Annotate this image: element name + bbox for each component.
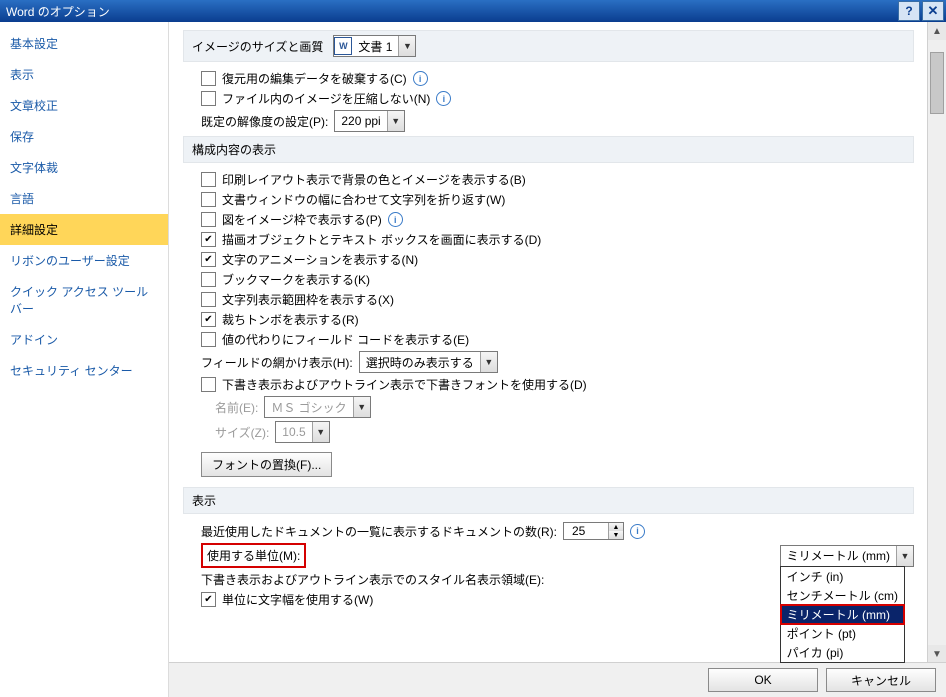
nav-trust[interactable]: セキュリティ センター (0, 355, 168, 386)
lbl-style-area: 下書き表示およびアウトライン表示でのスタイル名表示領域(E): (201, 571, 544, 588)
section-doc-title: 構成内容の表示 (192, 141, 276, 158)
image-doc-combo[interactable]: W 文書 1 ▼ (333, 35, 416, 57)
info-icon[interactable]: i (413, 71, 428, 86)
close-button[interactable]: ✕ (922, 1, 944, 21)
lbl-draft-font: 下書き表示およびアウトライン表示で下書きフォントを使用する(D) (222, 376, 587, 393)
lbl-crop-marks: 裁ちトンボを表示する(R) (222, 311, 359, 328)
nav-typography[interactable]: 文字体裁 (0, 152, 168, 183)
chk-char-width-unit[interactable] (201, 592, 216, 607)
titlebar: Word のオプション ? ✕ (0, 0, 946, 22)
chk-draft-font[interactable] (201, 377, 216, 392)
recent-docs-spinner[interactable]: 25 ▲▼ (563, 522, 624, 540)
chk-no-compress[interactable] (201, 91, 216, 106)
chk-text-boundaries[interactable] (201, 292, 216, 307)
section-display-title: 表示 (192, 492, 216, 509)
help-button[interactable]: ? (898, 1, 920, 21)
category-sidebar: 基本設定 表示 文章校正 保存 文字体裁 言語 詳細設定 リボンのユーザー設定 … (0, 22, 169, 697)
lbl-field-shading: フィールドの網かけ表示(H): (201, 354, 353, 371)
unit-option-mm[interactable]: ミリメートル (mm) (781, 605, 904, 624)
chevron-down-icon: ▼ (312, 422, 329, 442)
nav-ribbon[interactable]: リボンのユーザー設定 (0, 245, 168, 276)
section-display: 表示 (183, 487, 914, 514)
nav-advanced[interactable]: 詳細設定 (0, 214, 168, 245)
nav-display[interactable]: 表示 (0, 59, 168, 90)
chevron-down-icon: ▼ (387, 111, 404, 131)
chevron-down-icon: ▼ (398, 36, 415, 56)
section-image-title: イメージのサイズと画質 (192, 38, 323, 55)
lbl-font-size: サイズ(Z): (215, 424, 269, 441)
info-icon[interactable]: i (630, 524, 645, 539)
lbl-font-name: 名前(E): (215, 399, 258, 416)
lbl-no-compress: ファイル内のイメージを圧縮しない(N) (222, 90, 430, 107)
lbl-wrap-window: 文書ウィンドウの幅に合わせて文字列を折り返す(W) (222, 191, 505, 208)
nav-addins[interactable]: アドイン (0, 324, 168, 355)
unit-option-inch[interactable]: インチ (in) (781, 567, 904, 586)
field-shading-combo[interactable]: 選択時のみ表示する ▼ (359, 351, 498, 373)
lbl-char-width-unit: 単位に文字幅を使用する(W) (222, 591, 373, 608)
info-icon[interactable]: i (436, 91, 451, 106)
lbl-field-codes: 値の代わりにフィールド コードを表示する(E) (222, 331, 469, 348)
lbl-pic-placeholder: 図をイメージ枠で表示する(P) (222, 211, 382, 228)
chk-field-codes[interactable] (201, 332, 216, 347)
word-doc-icon: W (334, 37, 352, 55)
nav-save[interactable]: 保存 (0, 121, 168, 152)
chevron-down-icon: ▼ (480, 352, 497, 372)
font-name-combo: ＭＳ ゴシック ▼ (264, 396, 370, 418)
chevron-down-icon: ▼ (353, 397, 370, 417)
lbl-print-bg: 印刷レイアウト表示で背景の色とイメージを表示する(B) (222, 171, 526, 188)
chk-pic-placeholder[interactable] (201, 212, 216, 227)
section-doc-content: 構成内容の表示 (183, 136, 914, 163)
chk-discard-edit[interactable] (201, 71, 216, 86)
lbl-text-boundaries: 文字列表示範囲枠を表示する(X) (222, 291, 394, 308)
spin-up-icon[interactable]: ▲ (609, 523, 623, 531)
chk-wrap-window[interactable] (201, 192, 216, 207)
chk-print-bg[interactable] (201, 172, 216, 187)
nav-language[interactable]: 言語 (0, 183, 168, 214)
chk-show-drawings[interactable] (201, 232, 216, 247)
scroll-up-icon[interactable]: ▲ (928, 22, 946, 40)
vertical-scrollbar[interactable]: ▲ ▼ (927, 22, 946, 663)
unit-dropdown-list[interactable]: インチ (in) センチメートル (cm) ミリメートル (mm) ポイント (… (780, 566, 905, 663)
dialog-footer: OK キャンセル (169, 662, 946, 697)
section-image-quality: イメージのサイズと画質 W 文書 1 ▼ (183, 30, 914, 62)
unit-combo[interactable]: ミリメートル (mm) ▼ (780, 545, 914, 567)
lbl-discard-edit: 復元用の編集データを破棄する(C) (222, 70, 407, 87)
chevron-down-icon: ▼ (896, 546, 913, 566)
lbl-unit: 使用する単位(M): (207, 549, 300, 563)
unit-option-pi[interactable]: パイカ (pi) (781, 643, 904, 662)
info-icon[interactable]: i (388, 212, 403, 227)
window-title: Word のオプション (6, 3, 110, 20)
highlight-annotation: 使用する単位(M): (201, 543, 306, 568)
chk-crop-marks[interactable] (201, 312, 216, 327)
lbl-text-anim: 文字のアニメーションを表示する(N) (222, 251, 418, 268)
nav-basic[interactable]: 基本設定 (0, 28, 168, 59)
spin-down-icon[interactable]: ▼ (609, 531, 623, 539)
lbl-default-res: 既定の解像度の設定(P): (201, 113, 328, 130)
options-window: Word のオプション ? ✕ 基本設定 表示 文章校正 保存 文字体裁 言語 … (0, 0, 946, 697)
ok-button[interactable]: OK (708, 668, 818, 692)
nav-qat[interactable]: クイック アクセス ツール バー (0, 276, 168, 324)
lbl-bookmarks: ブックマークを表示する(K) (222, 271, 370, 288)
nav-proofing[interactable]: 文章校正 (0, 90, 168, 121)
chk-bookmarks[interactable] (201, 272, 216, 287)
unit-option-cm[interactable]: センチメートル (cm) (781, 586, 904, 605)
lbl-recent-docs: 最近使用したドキュメントの一覧に表示するドキュメントの数(R): (201, 523, 557, 540)
scroll-thumb[interactable] (930, 52, 944, 114)
default-res-combo[interactable]: 220 ppi ▼ (334, 110, 404, 132)
cancel-button[interactable]: キャンセル (826, 668, 936, 692)
chk-text-anim[interactable] (201, 252, 216, 267)
settings-panel: イメージのサイズと画質 W 文書 1 ▼ 復元用の編集データを破棄する(C) i… (169, 22, 924, 663)
font-size-combo: 10.5 ▼ (275, 421, 329, 443)
scroll-down-icon[interactable]: ▼ (928, 645, 946, 663)
unit-option-pt[interactable]: ポイント (pt) (781, 624, 904, 643)
font-substitution-button[interactable]: フォントの置換(F)... (201, 452, 332, 477)
lbl-show-drawings: 描画オブジェクトとテキスト ボックスを画面に表示する(D) (222, 231, 541, 248)
